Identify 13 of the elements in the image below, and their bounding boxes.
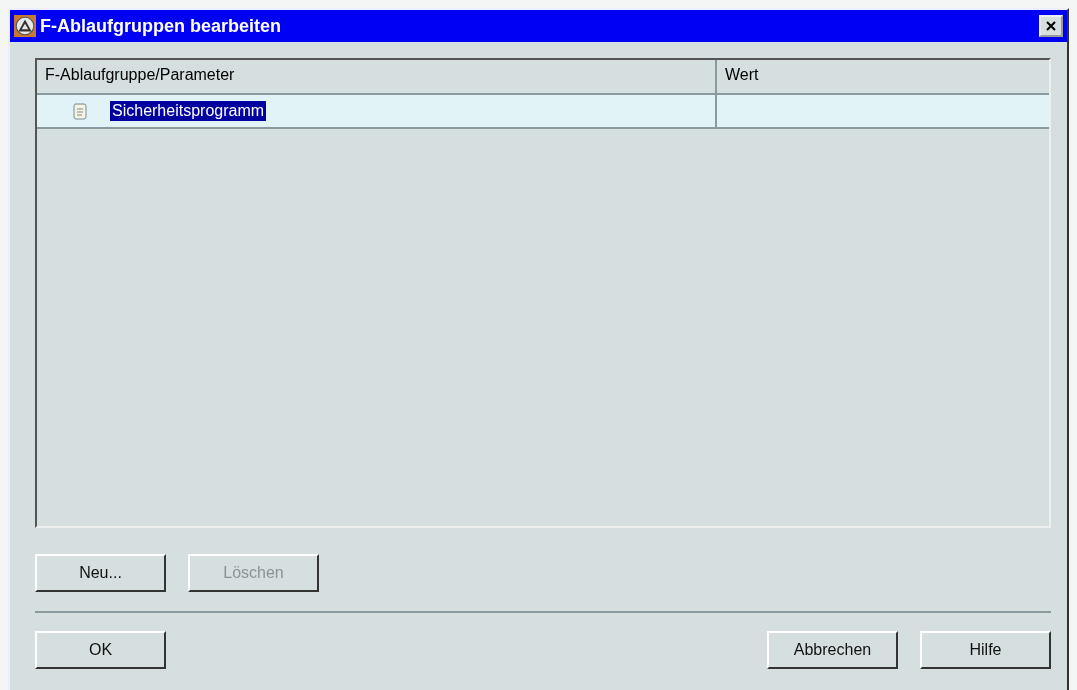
column-header[interactable]: F-Ablaufgruppe/Parameter xyxy=(37,60,715,93)
window-title: F-Ablaufgruppen bearbeiten xyxy=(40,15,282,37)
close-icon xyxy=(1046,21,1056,31)
row-name: Sicherheitsprogramm xyxy=(110,101,267,121)
dialog-button[interactable]: Neu... xyxy=(35,554,166,592)
dialog-button[interactable]: Abbrechen xyxy=(767,631,898,669)
close-button[interactable] xyxy=(1039,15,1063,37)
dialog-button[interactable]: Hilfe xyxy=(920,631,1051,669)
table-row[interactable]: Sicherheitsprogramm xyxy=(37,95,1049,129)
document-icon xyxy=(73,102,87,120)
column-header[interactable]: Wert xyxy=(715,60,1049,93)
app-icon xyxy=(14,15,36,37)
dialog-button[interactable]: OK xyxy=(35,631,166,669)
